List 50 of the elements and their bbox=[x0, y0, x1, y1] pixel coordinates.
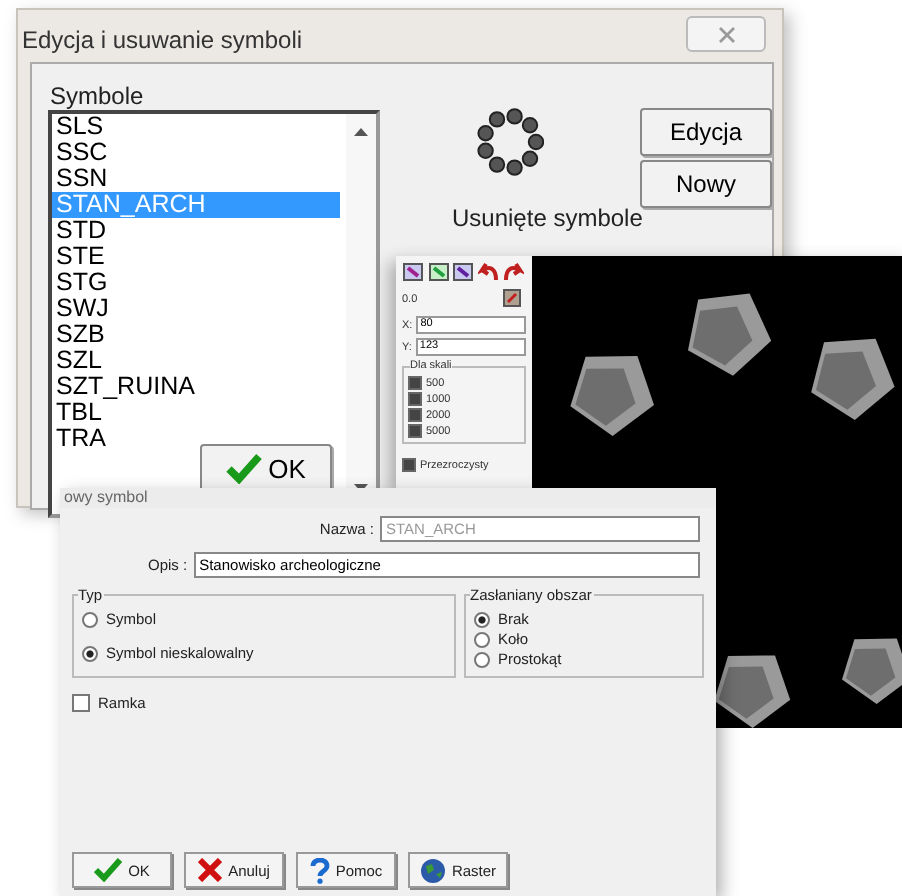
radio-button[interactable] bbox=[82, 611, 98, 627]
list-item[interactable]: SZT_RUINA bbox=[52, 374, 340, 400]
tool-icon bbox=[402, 260, 424, 282]
checkbox[interactable] bbox=[408, 408, 422, 422]
deleted-label: Usunięte symbole bbox=[452, 204, 643, 232]
grid-icon bbox=[502, 288, 522, 308]
radio-button[interactable] bbox=[474, 651, 490, 667]
close-button[interactable] bbox=[686, 16, 766, 52]
checkbox[interactable] bbox=[72, 694, 90, 712]
undo-icon bbox=[477, 260, 500, 282]
radio-button[interactable] bbox=[474, 631, 490, 647]
symbol-preview-icon bbox=[476, 108, 544, 176]
list-item[interactable]: TBL bbox=[52, 400, 340, 426]
list-label: Symbole bbox=[50, 82, 144, 110]
list-item[interactable]: STG bbox=[52, 270, 340, 296]
dialog-button[interactable]: Edycja bbox=[640, 108, 772, 156]
tool-icon bbox=[427, 260, 450, 282]
window-title: owy symbol bbox=[64, 488, 148, 506]
tool-icon bbox=[452, 260, 475, 282]
list-item[interactable]: SWJ bbox=[52, 296, 340, 322]
list-item[interactable]: STD bbox=[52, 218, 340, 244]
radio-button[interactable] bbox=[474, 611, 490, 627]
cross-icon bbox=[198, 858, 223, 882]
list-item[interactable]: STE bbox=[52, 244, 340, 270]
list-item[interactable]: SLS bbox=[52, 114, 340, 140]
dialog-button[interactable]: Nowy bbox=[640, 160, 772, 208]
toolbar-button[interactable] bbox=[477, 260, 501, 284]
scroll-up-icon bbox=[354, 128, 368, 136]
check-icon bbox=[94, 858, 123, 882]
toolbar-button[interactable] bbox=[452, 260, 476, 284]
ok-button[interactable]: OK bbox=[200, 444, 332, 492]
toolbar-button[interactable] bbox=[402, 260, 426, 284]
close-icon bbox=[717, 25, 735, 43]
toolbar-button[interactable] bbox=[502, 288, 526, 312]
list-item[interactable]: SSN bbox=[52, 166, 340, 192]
checkbox[interactable] bbox=[408, 392, 422, 406]
list-item[interactable]: SZB bbox=[52, 322, 340, 348]
checkbox[interactable] bbox=[402, 458, 416, 472]
radio-button[interactable] bbox=[82, 645, 98, 661]
list-item[interactable]: SSC bbox=[52, 140, 340, 166]
question-mark-icon bbox=[309, 857, 330, 883]
window-title: Edycja i usuwanie symboli bbox=[22, 26, 303, 54]
check-icon bbox=[226, 453, 263, 483]
globe-icon bbox=[419, 857, 446, 883]
checkbox[interactable] bbox=[408, 376, 422, 390]
checkbox[interactable] bbox=[408, 424, 422, 438]
toolbar-button[interactable] bbox=[427, 260, 451, 284]
redo-icon bbox=[502, 260, 525, 282]
toolbar-button[interactable] bbox=[502, 260, 526, 284]
list-item[interactable]: SZL bbox=[52, 348, 340, 374]
